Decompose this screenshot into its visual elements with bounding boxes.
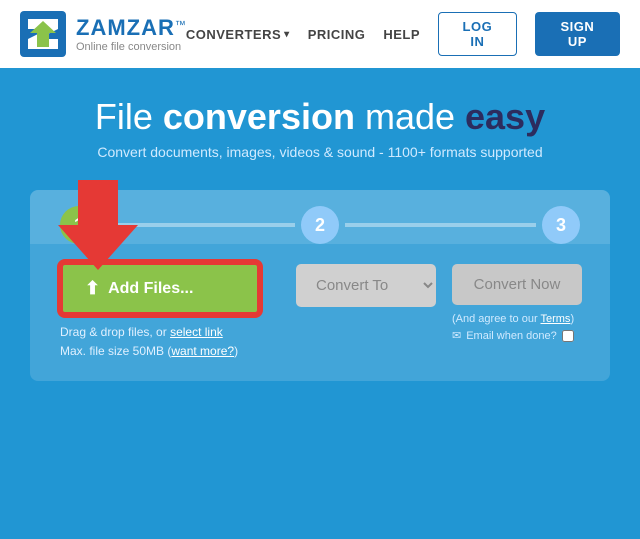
email-checkbox[interactable]: [562, 330, 574, 342]
add-files-label: Add Files...: [108, 280, 193, 298]
login-button[interactable]: LOG IN: [438, 12, 517, 56]
zamzar-logo-icon: [20, 11, 66, 57]
converters-dropdown-icon: ▾: [284, 29, 290, 40]
want-more-link[interactable]: want more?: [171, 344, 234, 358]
logo-name: ZAMZAR™: [76, 15, 186, 41]
header: ZAMZAR™ Online file conversion CONVERTER…: [0, 0, 640, 68]
nav-help[interactable]: HELP: [383, 27, 420, 42]
hero-subtitle: Convert documents, images, videos & soun…: [20, 144, 620, 160]
convert-now-button[interactable]: Convert Now: [452, 264, 582, 305]
nav-converters[interactable]: CONVERTERS ▾: [186, 27, 290, 42]
logo-tagline: Online file conversion: [76, 41, 186, 53]
main-nav: CONVERTERS ▾ PRICING HELP LOG IN SIGN UP: [186, 12, 620, 56]
email-label: Email when done?: [466, 330, 557, 342]
hero-title-easy: easy: [465, 96, 545, 137]
hero-section: File conversion made easy Convert docume…: [0, 68, 640, 180]
nav-pricing[interactable]: PRICING: [308, 27, 366, 42]
add-files-area: ⬆ Add Files... Drag & drop files, or sel…: [60, 262, 280, 361]
drag-drop-text: Drag & drop files, or select link Max. f…: [60, 323, 280, 361]
email-checkbox-area: ✉ Email when done?: [452, 329, 582, 342]
converter-section: 1 2 3 ⬆ Add Files... Drag & drop files, …: [0, 190, 640, 381]
terms-link[interactable]: Terms: [540, 313, 570, 325]
hero-title-file: File: [95, 96, 163, 137]
red-arrow: [58, 180, 138, 275]
hero-title: File conversion made easy: [20, 96, 620, 138]
email-icon: ✉: [452, 329, 461, 342]
step-line-2: [345, 223, 536, 227]
logo-area: ZAMZAR™ Online file conversion: [20, 11, 186, 57]
logo-text: ZAMZAR™ Online file conversion: [76, 15, 186, 53]
upload-icon: ⬆: [85, 278, 100, 299]
convert-to-select[interactable]: Convert To: [296, 264, 436, 307]
terms-text: (And agree to our Terms): [452, 313, 582, 325]
step-3-circle: 3: [542, 206, 580, 244]
signup-button[interactable]: SIGN UP: [535, 12, 620, 56]
step-2-circle: 2: [301, 206, 339, 244]
hero-title-made: made: [355, 96, 465, 137]
convert-to-area: Convert To: [296, 262, 436, 307]
select-link[interactable]: select link: [170, 325, 223, 339]
hero-title-conversion: conversion: [163, 96, 355, 137]
convert-now-area: Convert Now (And agree to our Terms) ✉ E…: [452, 262, 582, 342]
